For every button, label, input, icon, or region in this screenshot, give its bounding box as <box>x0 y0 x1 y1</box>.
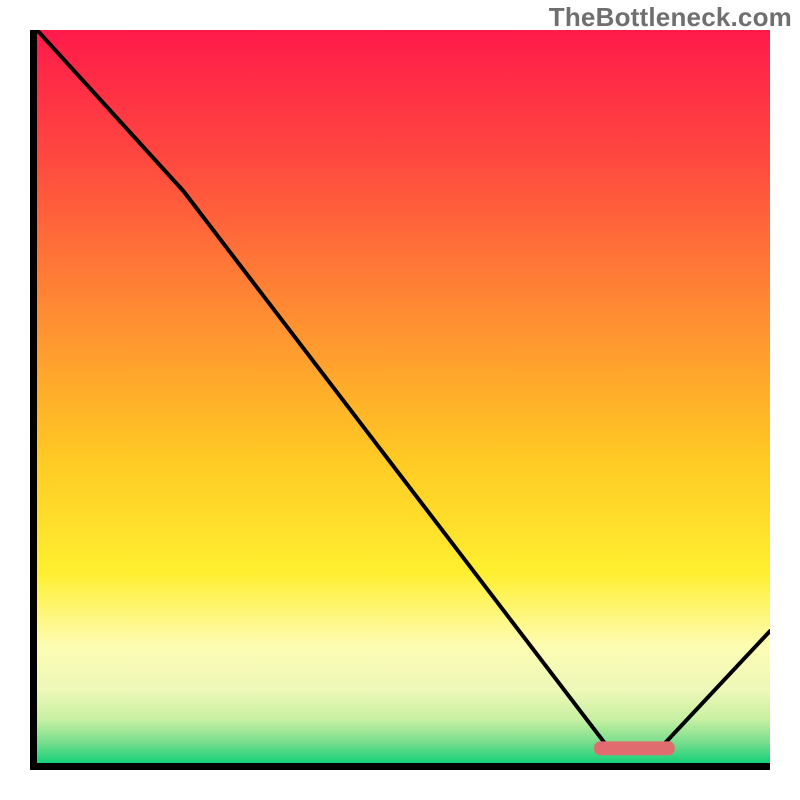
chart-minimum-marker <box>37 30 770 763</box>
chart-plot-area <box>30 30 770 770</box>
watermark-text: TheBottleneck.com <box>549 2 792 33</box>
